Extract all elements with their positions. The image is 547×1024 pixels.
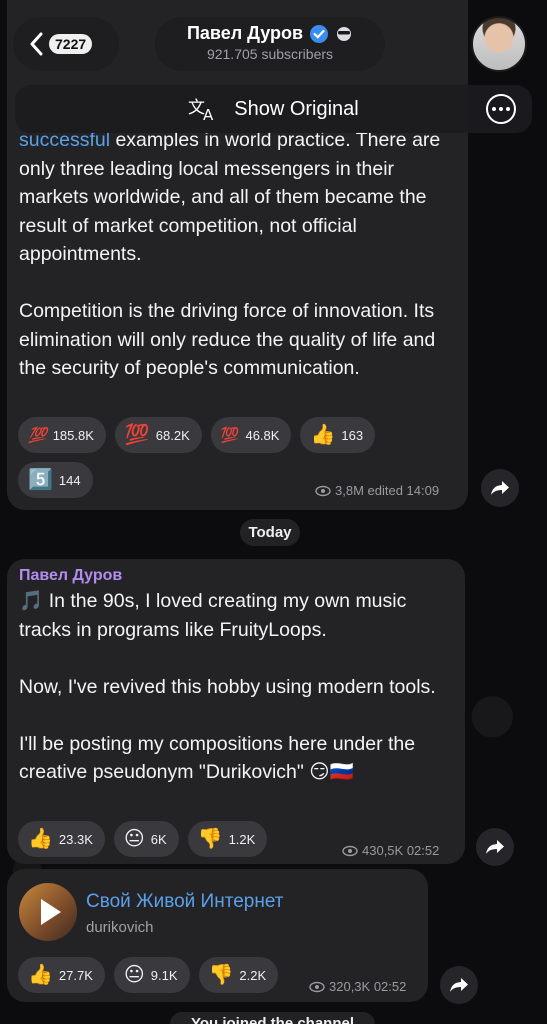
chevron-left-icon bbox=[30, 32, 43, 56]
reaction-thumbs-up[interactable]: 👍 23.3K bbox=[18, 821, 105, 857]
unread-count-badge: 7227 bbox=[49, 34, 93, 54]
eye-icon bbox=[309, 981, 325, 992]
reaction-thumbs-down[interactable]: 👎 1.2K bbox=[187, 821, 268, 857]
dot-icon bbox=[499, 107, 503, 111]
subscriber-count: 921.705 subscribers bbox=[206, 46, 334, 62]
reaction-99[interactable]: 💯 46.8K bbox=[210, 417, 292, 453]
channel-name: Павел Дуров bbox=[186, 23, 304, 43]
show-original-label: Show Original bbox=[234, 97, 359, 120]
reaction-neutral[interactable]: 😐 9.1K bbox=[113, 957, 190, 993]
channel-title[interactable]: Павел Дуров 921.705 subscribers bbox=[155, 17, 385, 71]
reaction-thumbs-down[interactable]: 👎 2.2K bbox=[198, 957, 279, 993]
neutral-face-icon: 😐 bbox=[123, 828, 145, 850]
dot-icon bbox=[506, 107, 510, 111]
reaction-100[interactable]: 💯 68.2K bbox=[114, 417, 202, 453]
back-button[interactable]: 7227 bbox=[13, 17, 119, 71]
share-button-post1[interactable] bbox=[481, 469, 519, 507]
post1-meta: 3,8M edited 14:09 bbox=[315, 483, 439, 498]
post3-reactions: 👍 27.7K 😐 9.1K 👎 2.2K bbox=[18, 957, 279, 993]
channel-avatar[interactable] bbox=[471, 16, 527, 72]
share-arrow-icon bbox=[450, 978, 468, 992]
percent-icon: 💯 bbox=[220, 426, 240, 444]
thumbs-up-icon: 👍 bbox=[310, 424, 336, 446]
audio-cover[interactable] bbox=[19, 883, 77, 941]
post1-text: successful examples in world practice. T… bbox=[19, 129, 441, 379]
share-button-post2[interactable] bbox=[476, 828, 514, 866]
verified-icon bbox=[310, 24, 329, 43]
hundred-icon: 💯 bbox=[28, 426, 47, 444]
date-separator: Today bbox=[240, 519, 300, 546]
service-message: You joined the channel bbox=[170, 1012, 375, 1024]
post2-meta: 430,5K 02:52 bbox=[342, 843, 439, 858]
reaction-neutral[interactable]: 😐 6K bbox=[113, 821, 179, 857]
translate-icon: 文 A bbox=[188, 98, 214, 122]
reaction-five[interactable]: 5️⃣ 144 bbox=[18, 462, 93, 498]
post2-reactions: 👍 23.3K 😐 6K 👎 1.2K bbox=[18, 821, 268, 857]
emoji-status-icon bbox=[337, 26, 352, 41]
thumbs-down-icon: 👎 bbox=[197, 828, 223, 850]
reaction-1000[interactable]: 💯 185.8K bbox=[18, 417, 106, 453]
hundred-icon: 💯 bbox=[124, 424, 150, 446]
eye-icon bbox=[342, 845, 358, 856]
dot-icon bbox=[492, 107, 496, 111]
share-arrow-icon bbox=[491, 481, 509, 495]
more-options-button[interactable] bbox=[486, 94, 516, 124]
svg-text:A: A bbox=[203, 106, 214, 122]
thumbs-up-icon: 👍 bbox=[28, 828, 53, 850]
neutral-face-icon: 😐 bbox=[123, 964, 145, 986]
share-button-post3[interactable] bbox=[440, 966, 478, 1004]
share-arrow-icon bbox=[486, 840, 504, 854]
eye-icon bbox=[315, 485, 331, 496]
message-bubble-post3[interactable]: Свой Живой Интернет durikovich 👍 27.7K 😐… bbox=[7, 869, 428, 1002]
thumbs-down-icon: 👎 bbox=[208, 964, 234, 986]
post3-meta: 320,3K 02:52 bbox=[309, 979, 406, 994]
message-bubble-post2[interactable]: Павел Дуров 🎵 In the 90s, I loved creati… bbox=[7, 559, 465, 864]
play-icon bbox=[41, 899, 61, 925]
reaction-thumbs-up[interactable]: 👍 163 bbox=[300, 417, 376, 453]
thumbs-up-icon: 👍 bbox=[28, 964, 53, 986]
reaction-thumbs-up[interactable]: 👍 27.7K bbox=[18, 957, 105, 993]
post2-text: 🎵 In the 90s, I loved creating my own mu… bbox=[19, 590, 436, 783]
message-bubble-post1[interactable]: successful examples in world practice. T… bbox=[7, 0, 468, 510]
five-icon: 5️⃣ bbox=[28, 469, 53, 491]
translate-bar[interactable]: 文 A Show Original bbox=[15, 85, 532, 133]
track-title: Свой Живой Интернет bbox=[86, 891, 284, 912]
post2-author: Павел Дуров bbox=[19, 567, 123, 584]
track-artist: durikovich bbox=[86, 919, 154, 936]
